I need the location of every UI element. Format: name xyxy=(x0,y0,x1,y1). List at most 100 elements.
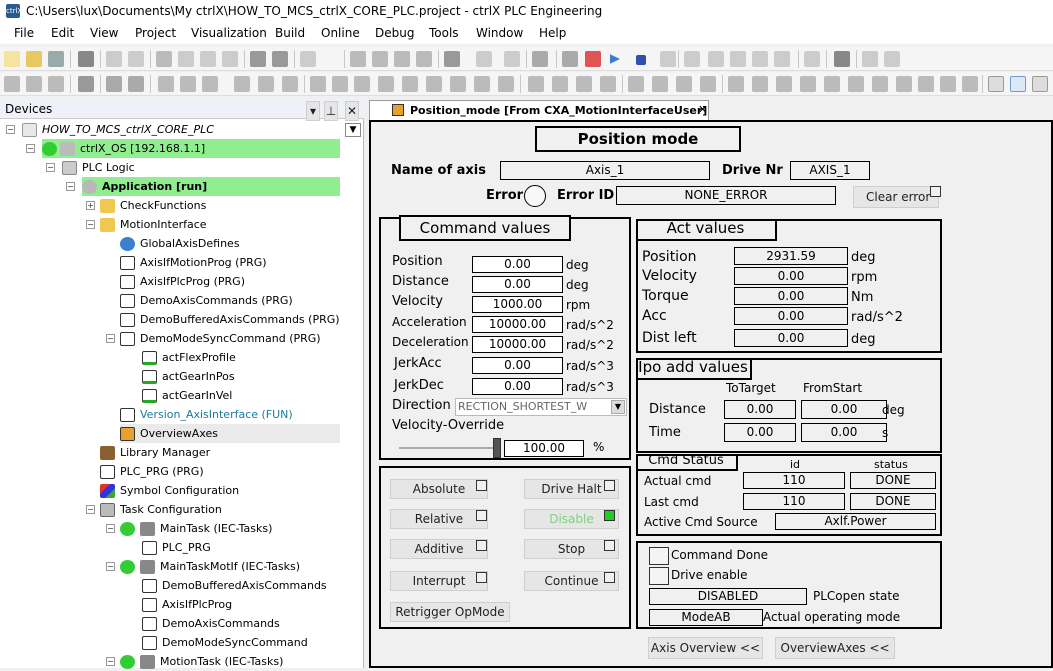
bookmark-icon[interactable] xyxy=(350,51,366,67)
collapse-toggle[interactable]: − xyxy=(86,505,95,514)
bookmark-prev-icon[interactable] xyxy=(394,51,410,67)
snap-icon[interactable] xyxy=(552,76,568,92)
collapse-toggle[interactable]: − xyxy=(46,163,55,172)
copy-icon[interactable] xyxy=(178,51,194,67)
tree-item-call-axisifplcprog[interactable]: AxisIfPlcProg xyxy=(142,595,232,614)
force-values-icon[interactable] xyxy=(834,51,850,67)
tree-item-demobufferedaxiscommands[interactable]: DemoBufferedAxisCommands (PRG) xyxy=(120,310,340,329)
tree-item-call-demoaxiscommands[interactable]: DemoAxisCommands xyxy=(142,614,280,633)
cut-icon[interactable] xyxy=(156,51,172,67)
delete-icon[interactable] xyxy=(222,51,238,67)
step-over-icon[interactable] xyxy=(708,51,724,67)
distribute-v-icon[interactable] xyxy=(402,76,418,92)
move-down-icon[interactable] xyxy=(940,76,956,92)
pane-dropdown-icon[interactable]: ▾ xyxy=(306,101,320,121)
align-top-icon[interactable] xyxy=(180,76,196,92)
undo-icon[interactable] xyxy=(106,51,122,67)
multiple-download-icon[interactable] xyxy=(884,51,900,67)
menu-help[interactable]: Help xyxy=(539,26,566,40)
override-slider-thumb[interactable] xyxy=(493,438,501,458)
align-hcenter-icon[interactable] xyxy=(282,76,298,92)
tree-item-plc-prg-call[interactable]: PLC_PRG xyxy=(142,538,211,557)
insert-after-icon[interactable] xyxy=(896,76,912,92)
visu-toolbox-icon[interactable] xyxy=(26,76,42,92)
make-same-width-icon[interactable] xyxy=(310,76,326,92)
replace-icon[interactable] xyxy=(272,51,288,67)
layout-c-icon[interactable] xyxy=(1032,76,1048,92)
space-h-icon[interactable] xyxy=(426,76,442,92)
tree-item-actgearinvel[interactable]: actGearInVel xyxy=(142,386,232,405)
connector-icon[interactable] xyxy=(776,76,792,92)
tree-item-demoaxiscommands[interactable]: DemoAxisCommands (PRG) xyxy=(120,291,293,310)
pin-icon[interactable]: ⊥ xyxy=(324,101,338,121)
collapse-toggle[interactable]: − xyxy=(66,182,75,191)
interrupt-button[interactable]: Interrupt xyxy=(390,571,488,591)
tree-item-symbol-configuration[interactable]: Symbol Configuration xyxy=(100,481,239,500)
retrigger-opmode-button[interactable]: Retrigger OpMode xyxy=(390,602,510,622)
background-icon[interactable] xyxy=(652,76,668,92)
run-to-cursor-icon[interactable] xyxy=(774,51,790,67)
tree-item-motioninterface[interactable]: MotionInterface xyxy=(100,215,207,234)
logout-icon[interactable] xyxy=(585,51,601,67)
visu-element-icon[interactable] xyxy=(4,76,20,92)
menu-debug[interactable]: Debug xyxy=(375,26,414,40)
collapse-toggle[interactable]: − xyxy=(86,220,95,229)
collapse-toggle[interactable]: − xyxy=(106,524,115,533)
tree-item-motiontask[interactable]: MotionTask (IEC-Tasks) xyxy=(120,652,283,671)
bookmark-clear-icon[interactable] xyxy=(416,51,432,67)
menu-tools[interactable]: Tools xyxy=(429,26,459,40)
collapse-toggle[interactable]: − xyxy=(106,562,115,571)
tree-item-overviewaxes[interactable]: OverviewAxes xyxy=(120,424,340,443)
expand-toggle[interactable]: + xyxy=(86,201,95,210)
insert-above-icon[interactable] xyxy=(848,76,864,92)
tree-item-library-manager[interactable]: Library Manager xyxy=(100,443,210,462)
align-bottom-icon[interactable] xyxy=(234,76,250,92)
menu-build[interactable]: Build xyxy=(275,26,305,40)
start-icon[interactable] xyxy=(610,54,620,64)
step-into-icon[interactable] xyxy=(730,51,746,67)
tree-item-device[interactable]: ctrlX_OS [192.168.1.1] xyxy=(42,139,340,158)
print-icon[interactable] xyxy=(78,51,94,67)
unforce-icon[interactable] xyxy=(862,51,878,67)
direction-select[interactable]: RECTION_SHORTEST_W xyxy=(455,398,627,416)
send-back-icon[interactable] xyxy=(498,76,514,92)
paste-icon[interactable] xyxy=(200,51,216,67)
collapse-toggle[interactable]: − xyxy=(26,144,35,153)
ungroup-icon[interactable] xyxy=(128,76,144,92)
zoom-icon[interactable] xyxy=(576,76,592,92)
make-same-size-icon[interactable] xyxy=(354,76,370,92)
tree-item-version-axisinterface[interactable]: Version_AxisInterface (FUN) xyxy=(120,405,293,424)
align-vcenter-icon[interactable] xyxy=(258,76,274,92)
grid-icon[interactable] xyxy=(528,76,544,92)
chevron-down-icon[interactable]: ▼ xyxy=(611,400,625,414)
bring-front-icon[interactable] xyxy=(474,76,490,92)
clear-error-button[interactable]: Clear error xyxy=(853,186,939,208)
menu-file[interactable]: File xyxy=(14,26,34,40)
tree-scroll-dropdown-icon[interactable]: ▼ xyxy=(345,123,361,137)
tree-item-task-configuration[interactable]: Task Configuration xyxy=(100,500,222,519)
tree-item-axisifplcprog[interactable]: AxisIfPlcProg (PRG) xyxy=(120,272,245,291)
open-icon[interactable] xyxy=(26,51,42,67)
interface-icon[interactable] xyxy=(700,76,716,92)
collapse-toggle[interactable]: − xyxy=(6,125,15,134)
cmd-jerkdec-input[interactable]: 0.00 xyxy=(472,378,563,395)
frame-select-icon[interactable] xyxy=(728,76,744,92)
layout-a-icon[interactable] xyxy=(988,76,1004,92)
keyboard-icon[interactable] xyxy=(676,76,692,92)
cmd-deceleration-input[interactable]: 10000.00 xyxy=(472,336,563,353)
space-v-icon[interactable] xyxy=(450,76,466,92)
tree-item-actflexprofile[interactable]: actFlexProfile xyxy=(142,348,236,367)
insert-below-icon[interactable] xyxy=(872,76,888,92)
axis-overview-button[interactable]: Axis Overview << xyxy=(648,637,763,659)
new-icon[interactable] xyxy=(4,51,20,67)
move-line-icon[interactable] xyxy=(824,76,840,92)
breakpoint-icon[interactable] xyxy=(684,51,700,67)
tree-item-plc-logic[interactable]: PLC Logic xyxy=(62,158,135,177)
menu-online[interactable]: Online xyxy=(321,26,360,40)
tree-item-application[interactable]: Application [run] xyxy=(82,177,340,196)
build-icon[interactable] xyxy=(444,51,460,67)
stop-icon[interactable] xyxy=(636,55,646,65)
settings-icon[interactable] xyxy=(562,51,578,67)
tree-item-project[interactable]: HOW_TO_MCS_ctrlX_CORE_PLC xyxy=(22,120,214,139)
tree-item-demomodesynccommand[interactable]: DemoModeSyncCommand (PRG) xyxy=(120,329,321,348)
